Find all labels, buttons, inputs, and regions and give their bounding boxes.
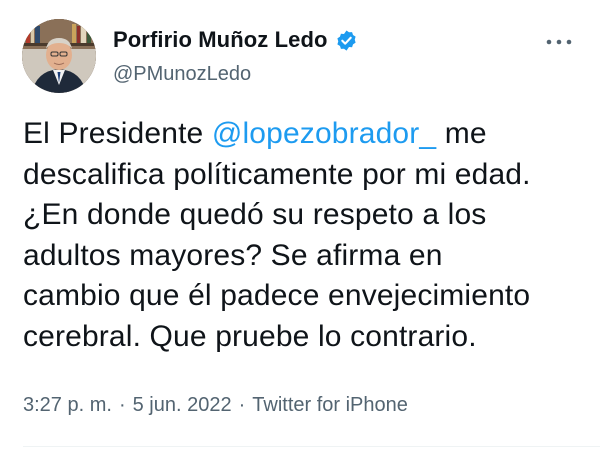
tweet-text-line: adultos mayores? Se afirma en (23, 238, 443, 272)
tweet-text-line: cambio que él padece envejecimiento (23, 279, 531, 312)
author-display-name[interactable]: Porfirio Muñoz Ledo (113, 27, 328, 53)
tweet-text-line: descalifica políticamente por mi edad. (23, 157, 531, 191)
tweet-metadata: 3:27 p. m. · 5 jun. 2022 · Twitter for i… (23, 394, 408, 417)
tweet-source[interactable]: Twitter for iPhone (252, 394, 408, 417)
tweet-text-line: cerebral. Que pruebe lo contrario. (23, 319, 477, 353)
avatar[interactable] (22, 19, 96, 93)
tweet-text-segment: me (436, 117, 487, 150)
tweet-text: El Presidente @lopezobrador_ me descalif… (23, 114, 583, 357)
verified-badge-icon (335, 29, 358, 52)
tweet-text-line: ¿En donde quedó su respeto a los (23, 198, 487, 231)
more-horizontal-icon[interactable] (546, 34, 572, 45)
author-handle[interactable]: @PMunozLedo (113, 63, 520, 86)
tweet-time[interactable]: 3:27 p. m. (23, 394, 112, 417)
meta-separator: · (238, 394, 246, 416)
mention-link[interactable]: @lopezobrador_ (212, 117, 436, 150)
author-block: Porfirio Muñoz Ledo @PMunozLedo (113, 23, 520, 86)
tweet-card: Porfirio Muñoz Ledo @PMunozLedo El Presi… (0, 0, 600, 450)
tweet-text-line: El Presidente @lopezobrador_ me (23, 114, 583, 155)
divider (23, 446, 600, 447)
meta-separator: · (118, 394, 126, 416)
avatar-image (22, 19, 96, 93)
tweet-text-segment: El Presidente (23, 117, 212, 150)
tweet-date[interactable]: 5 jun. 2022 (133, 394, 232, 417)
author-name-row: Porfirio Muñoz Ledo (113, 23, 520, 57)
